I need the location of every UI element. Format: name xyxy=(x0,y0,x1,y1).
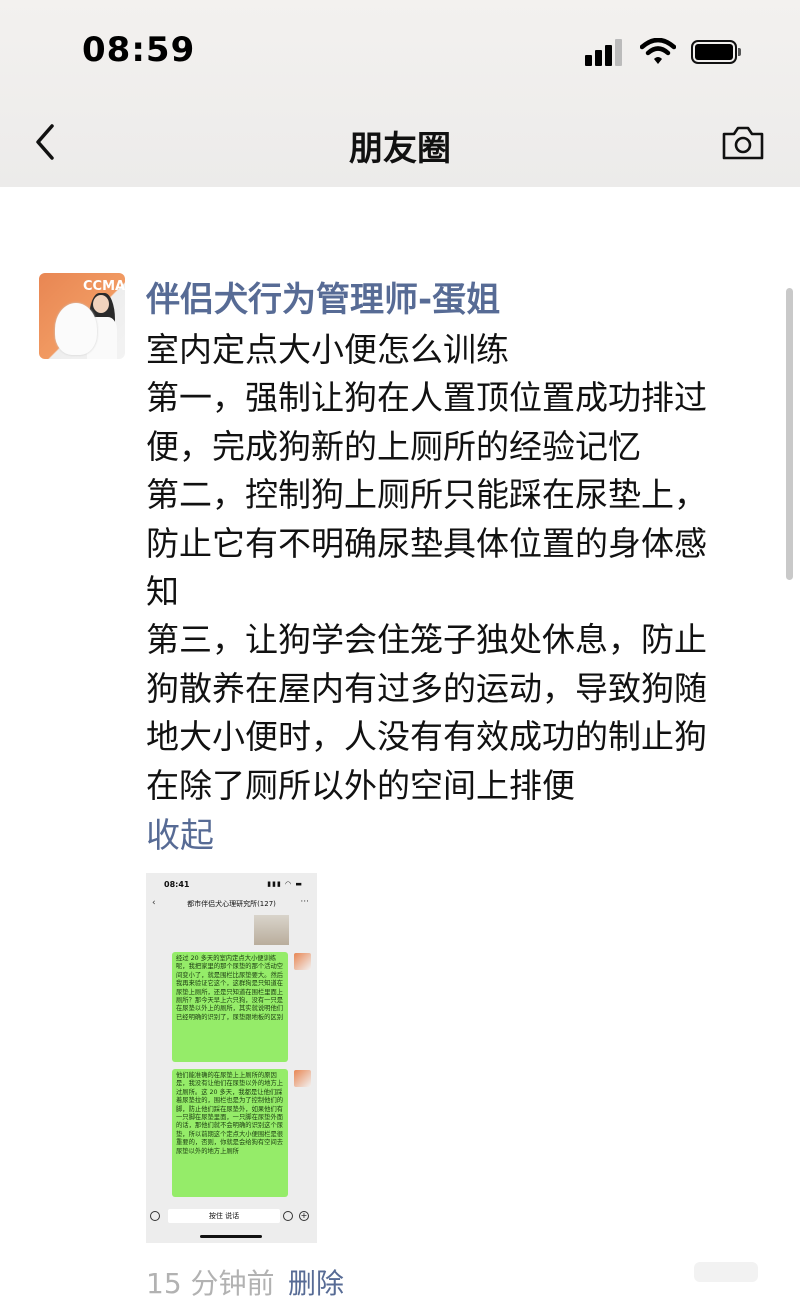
avatar-logo-text: CCMA xyxy=(83,279,125,294)
avatar[interactable]: CCMA xyxy=(39,273,125,359)
post-text: 室内定点大小便怎么训练 第一，强制让狗在人置顶位置成功排过 便，完成狗新的上厕所… xyxy=(146,326,761,810)
thumb-chat-title: 都市伴侣犬心理研究所(127) xyxy=(187,900,276,908)
collapse-link[interactable]: 收起 xyxy=(146,808,214,857)
top-bar: 08:59 朋友圈 xyxy=(0,0,800,187)
thumb-home-indicator xyxy=(200,1235,262,1238)
status-time: 08:59 xyxy=(82,30,196,70)
post-line: 便，完成狗新的上厕所的经验记忆 xyxy=(146,426,641,466)
wifi-icon xyxy=(640,38,676,64)
post-line: 狗散养在屋内有过多的运动，导致狗随 xyxy=(146,668,707,708)
post-line: 地大小便时，人没有有效成功的制止狗 xyxy=(146,717,707,757)
post-line: 第一，强制让狗在人置顶位置成功排过 xyxy=(146,378,707,418)
thumb-avatar xyxy=(294,1070,311,1087)
avatar-face xyxy=(93,295,109,313)
delete-link[interactable]: 删除 xyxy=(288,1262,344,1302)
page-title: 朋友圈 xyxy=(349,129,451,169)
thumb-status-icons: ▮▮▮ ◠ ▬ xyxy=(267,880,303,888)
battery-icon xyxy=(691,40,741,64)
thumb-emoji-icon xyxy=(283,1211,293,1221)
post-line: 第三，让狗学会住笼子独处休息，防止 xyxy=(146,620,707,660)
post-line: 在除了厕所以外的空间上排便 xyxy=(146,765,575,805)
thumb-status-time: 08:41 xyxy=(164,880,190,889)
thumb-bubble: 他们能准确的在尿垫上上厕所的原因是，我没有让他们在尿垫以外的地方上过厕所。这 2… xyxy=(172,1069,288,1197)
scrollbar[interactable] xyxy=(786,288,793,580)
post-image-thumbnail[interactable]: 08:41 ▮▮▮ ◠ ▬ ‹ 都市伴侣犬心理研究所(127) ··· 经过 2… xyxy=(146,873,317,1243)
post-line: 室内定点大小便怎么训练 xyxy=(146,330,509,369)
camera-icon[interactable] xyxy=(720,124,766,162)
thumb-more-icon: ··· xyxy=(300,897,309,907)
post-author[interactable]: 伴侣犬行为管理师-蛋姐 xyxy=(146,272,500,321)
avatar-dog xyxy=(55,303,97,355)
thumb-bubble: 经过 20 多天的室内定点大小便训练呢，我把家里的那个尿垫的那个活动空间变小了，… xyxy=(172,952,288,1062)
more-actions-button[interactable] xyxy=(694,1262,758,1282)
post-line: 第二，控制狗上厕所只能踩在尿垫上， xyxy=(146,475,707,515)
post-line: 防止它有不明确尿垫具体位置的身体感 xyxy=(146,523,707,563)
signal-icon xyxy=(585,38,627,66)
thumb-voice-icon xyxy=(150,1211,160,1221)
post-time: 15 分钟前 xyxy=(146,1267,275,1300)
thumb-photo xyxy=(254,915,289,945)
thumb-input: 按住 说话 xyxy=(168,1209,280,1223)
post-line: 知 xyxy=(146,572,179,612)
thumb-plus-icon: + xyxy=(299,1211,309,1221)
thumb-avatar xyxy=(294,953,311,970)
